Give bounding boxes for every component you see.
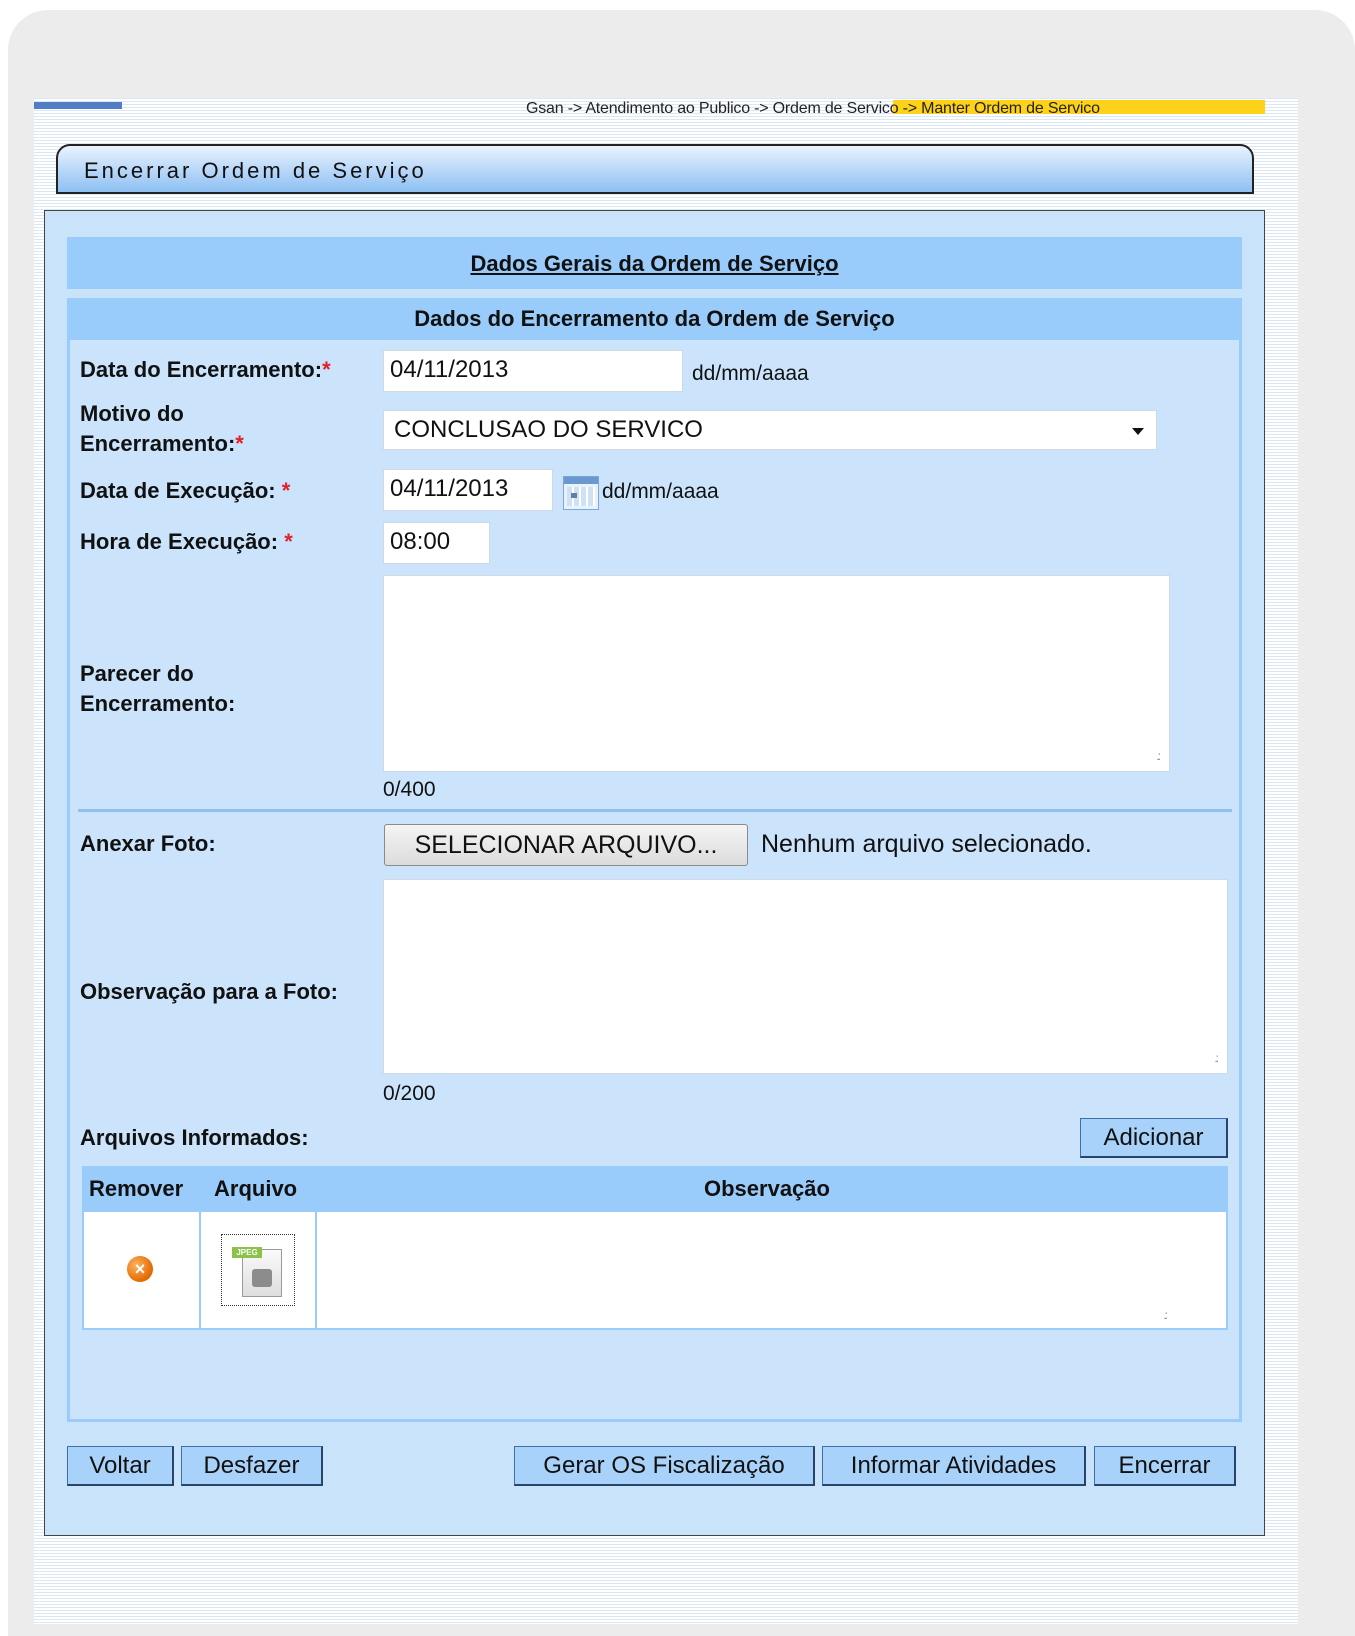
col-arquivo: Arquivo xyxy=(214,1176,298,1201)
files-table: Remover Arquivo Observação × JPEG .: xyxy=(82,1166,1228,1330)
anexar-foto-label: Anexar Foto: xyxy=(80,831,216,856)
select-file-button[interactable]: SELECIONAR ARQUIVO... xyxy=(384,824,748,866)
resize-grip-icon[interactable]: .: xyxy=(1163,1308,1167,1322)
resize-grip-icon[interactable]: .: xyxy=(1156,749,1160,763)
data-encerramento-label: Data do Encerramento:* xyxy=(80,357,331,382)
desfazer-button[interactable]: Desfazer xyxy=(181,1446,323,1486)
files-table-header: Remover Arquivo Observação xyxy=(84,1168,1226,1212)
chevron-down-icon xyxy=(1132,428,1144,435)
observacao-foto-label: Observação para a Foto: xyxy=(80,979,338,1004)
parecer-label: Parecer do Encerramento: xyxy=(80,661,236,716)
calendar-icon[interactable] xyxy=(563,476,599,510)
data-encerramento-input[interactable]: 04/11/2013 xyxy=(383,350,683,392)
informar-atividades-button[interactable]: Informar Atividades xyxy=(822,1446,1086,1486)
date-format-hint: dd/mm/aaaa xyxy=(692,362,809,385)
general-section-header[interactable]: Dados Gerais da Ordem de Serviço xyxy=(67,237,1242,289)
motivo-selected-value: CONCLUSAO DO SERVICO xyxy=(394,416,703,443)
parecer-char-counter: 0/400 xyxy=(383,778,436,801)
section-divider xyxy=(78,809,1232,812)
file-status-text: Nenhum arquivo selecionado. xyxy=(761,830,1092,858)
general-section-link[interactable]: Dados Gerais da Ordem de Serviço xyxy=(67,251,1242,277)
file-type-tag: JPEG xyxy=(232,1247,262,1258)
breadcrumb: Gsan -> Atendimento ao Publico -> Ordem … xyxy=(526,100,1100,117)
adicionar-button[interactable]: Adicionar xyxy=(1080,1118,1228,1158)
column-separator xyxy=(199,1168,201,1328)
observacao-char-counter: 0/200 xyxy=(383,1082,436,1105)
data-execucao-input[interactable]: 04/11/2013 xyxy=(383,469,553,511)
arquivos-informados-label: Arquivos Informados: xyxy=(80,1125,309,1150)
date-format-hint-execucao: dd/mm/aaaa xyxy=(602,480,719,503)
encerrar-button[interactable]: Encerrar xyxy=(1094,1446,1236,1486)
observacao-foto-textarea[interactable]: .: xyxy=(383,879,1228,1074)
motivo-label: Motivo do Encerramento:* xyxy=(80,401,244,456)
resize-grip-icon[interactable]: .: xyxy=(1214,1051,1218,1065)
parecer-textarea[interactable]: .: xyxy=(383,575,1170,772)
jpeg-file-icon[interactable]: JPEG xyxy=(221,1234,295,1306)
col-remover: Remover xyxy=(89,1176,184,1201)
hora-execucao-input[interactable]: 08:00 xyxy=(383,522,490,564)
col-observacao: Observação xyxy=(704,1176,830,1201)
top-accent-bar xyxy=(34,102,122,109)
voltar-button[interactable]: Voltar xyxy=(67,1446,174,1486)
hora-execucao-label: Hora de Execução: * xyxy=(80,529,293,554)
window-title: Encerrar Ordem de Serviço xyxy=(84,158,427,183)
remove-icon[interactable]: × xyxy=(127,1256,153,1282)
column-separator xyxy=(315,1168,317,1328)
closing-section-title: Dados do Encerramento da Ordem de Serviç… xyxy=(67,298,1242,340)
window-titlebar: Encerrar Ordem de Serviço xyxy=(56,144,1254,194)
gerar-os-fiscalizacao-button[interactable]: Gerar OS Fiscalização xyxy=(514,1446,815,1486)
motivo-select[interactable]: CONCLUSAO DO SERVICO xyxy=(383,410,1157,450)
data-execucao-label: Data de Execução: * xyxy=(80,478,291,503)
